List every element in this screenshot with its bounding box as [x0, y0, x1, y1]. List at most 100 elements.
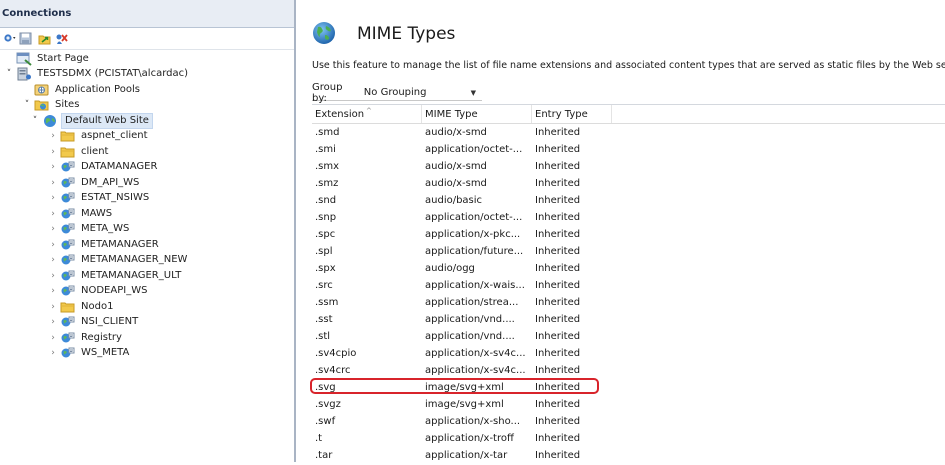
- tree-node[interactable]: › METAMANAGER_ULT: [48, 268, 183, 283]
- column-header-label: Entry Type: [535, 109, 588, 120]
- collapsed-chevron-icon[interactable]: ›: [48, 317, 58, 327]
- extension-cell: .spx: [315, 263, 336, 274]
- table-row[interactable]: .smi application/octet-... Inherited: [312, 141, 945, 158]
- tree-node-label: METAMANAGER_ULT: [81, 269, 182, 281]
- mime-type-cell: application/vnd....: [425, 314, 515, 325]
- mime-type-cell: application/x-sho...: [425, 416, 521, 427]
- tree-node-label: Application Pools: [55, 83, 140, 95]
- collapsed-chevron-icon[interactable]: ›: [48, 209, 58, 219]
- tree-node[interactable]: › WS_META: [48, 346, 131, 361]
- expanded-chevron-icon[interactable]: ˅: [22, 100, 32, 110]
- table-row[interactable]: .stl application/vnd.... Inherited: [312, 328, 945, 345]
- web-app-icon: [60, 222, 76, 236]
- extension-cell: .smd: [315, 127, 340, 138]
- collapsed-chevron-icon[interactable]: ›: [48, 162, 58, 172]
- collapsed-chevron-icon[interactable]: ›: [48, 131, 58, 141]
- tree-node[interactable]: › NODEAPI_WS: [48, 284, 149, 299]
- table-row[interactable]: .src application/x-wais... Inherited: [312, 277, 945, 294]
- tree-node[interactable]: › DATAMANAGER: [48, 160, 159, 175]
- tree-node[interactable]: › METAMANAGER: [48, 237, 161, 252]
- entry-type-cell: Inherited: [535, 450, 581, 461]
- table-row[interactable]: .svgz image/svg+xml Inherited: [312, 396, 945, 413]
- collapsed-chevron-icon[interactable]: ›: [48, 255, 58, 265]
- web-app-icon: [60, 269, 76, 283]
- table-row[interactable]: .snp application/octet-... Inherited: [312, 209, 945, 226]
- entry-type-cell: Inherited: [535, 314, 581, 325]
- mime-type-cell: application/x-sv4c...: [425, 365, 526, 376]
- table-row[interactable]: .smx audio/x-smd Inherited: [312, 158, 945, 175]
- column-header-entry-type[interactable]: Entry Type: [532, 105, 612, 123]
- collapsed-chevron-icon[interactable]: ›: [48, 193, 58, 203]
- tree-node-label: META_WS: [81, 223, 130, 234]
- collapsed-chevron-icon[interactable]: ›: [48, 286, 58, 296]
- collapsed-chevron-icon[interactable]: ›: [48, 271, 58, 281]
- table-row[interactable]: .spx audio/ogg Inherited: [312, 260, 945, 277]
- website-globe-icon: [42, 114, 58, 128]
- mime-type-cell: image/svg+xml: [425, 382, 504, 393]
- column-header-mime-type[interactable]: MIME Type: [422, 105, 532, 123]
- tree-node-selected[interactable]: ˅ Default Web Site: [30, 112, 153, 129]
- table-row[interactable]: .t application/x-troff Inherited: [312, 430, 945, 447]
- mime-type-cell: audio/basic: [425, 195, 483, 206]
- connect-icon[interactable]: [3, 32, 16, 45]
- tree-node[interactable]: › ESTAT_NSIWS: [48, 191, 151, 206]
- connections-header: Connections: [0, 0, 294, 28]
- extension-cell: .smx: [315, 161, 340, 172]
- table-row[interactable]: .spl application/future... Inherited: [312, 243, 945, 260]
- collapsed-chevron-icon[interactable]: ›: [48, 302, 58, 312]
- table-row[interactable]: .smz audio/x-smd Inherited: [312, 175, 945, 192]
- tree-node[interactable]: › Registry: [48, 330, 124, 345]
- entry-type-cell: Inherited: [535, 127, 581, 138]
- table-row[interactable]: .smd audio/x-smd Inherited: [312, 124, 945, 141]
- tree-node-label: DM_API_WS: [81, 176, 140, 188]
- extension-cell: .sv4crc: [315, 365, 351, 376]
- tree-node[interactable]: › aspnet_client: [48, 129, 150, 144]
- dropdown-arrow-icon: ▼: [470, 88, 476, 97]
- collapsed-chevron-icon[interactable]: ›: [48, 224, 58, 234]
- tree-node[interactable]: › Nodo1: [48, 299, 115, 314]
- web-app-icon: [60, 160, 76, 174]
- table-row[interactable]: .sv4crc application/x-sv4c... Inherited: [312, 362, 945, 379]
- column-header-extension[interactable]: ^ Extension: [312, 105, 422, 123]
- table-row[interactable]: .sv4cpio application/x-sv4c... Inherited: [312, 345, 945, 362]
- tree-node-label: NODEAPI_WS: [81, 285, 148, 296]
- table-row[interactable]: .ssm application/strea... Inherited: [312, 294, 945, 311]
- table-row[interactable]: .spc application/x-pkc... Inherited: [312, 226, 945, 243]
- collapsed-chevron-icon[interactable]: ›: [48, 147, 58, 157]
- group-by-dropdown[interactable]: No Grouping ▼: [364, 87, 482, 98]
- tree-node[interactable]: › MAWS: [48, 206, 114, 221]
- save-icon[interactable]: [19, 32, 32, 45]
- table-row[interactable]: .snd audio/basic Inherited: [312, 192, 945, 209]
- tree-node[interactable]: ˅ TESTSDMX (PCISTAT\alcardac): [4, 67, 190, 82]
- tree-node[interactable]: Start Page: [4, 51, 91, 66]
- tree-node[interactable]: › client: [48, 144, 110, 159]
- entry-type-cell: Inherited: [535, 246, 581, 257]
- entry-type-cell: Inherited: [535, 229, 581, 240]
- tree-node[interactable]: › NSI_CLIENT: [48, 315, 140, 330]
- collapsed-chevron-icon[interactable]: ›: [48, 348, 58, 358]
- tree-node[interactable]: › DM_API_WS: [48, 175, 141, 190]
- disconnect-icon[interactable]: [55, 32, 68, 45]
- extension-cell: .smz: [315, 178, 339, 189]
- extension-cell: .src: [315, 280, 333, 291]
- table-row[interactable]: .sst application/vnd.... Inherited: [312, 311, 945, 328]
- mime-type-cell: application/future...: [425, 246, 524, 257]
- collapsed-chevron-icon[interactable]: ›: [48, 240, 58, 250]
- entry-type-cell: Inherited: [535, 297, 581, 308]
- tree-node[interactable]: › META_WS: [48, 222, 131, 237]
- table-row[interactable]: .swf application/x-sho... Inherited: [312, 413, 945, 430]
- tree-node[interactable]: › METAMANAGER_NEW: [48, 253, 189, 268]
- collapsed-chevron-icon[interactable]: ›: [48, 333, 58, 343]
- web-app-icon: [60, 191, 76, 205]
- tree-node-label: Sites: [55, 99, 80, 110]
- web-app-icon: [60, 238, 76, 252]
- tree-node-label: ESTAT_NSIWS: [81, 192, 150, 203]
- table-row[interactable]: .svg image/svg+xml Inherited: [312, 379, 945, 396]
- tree-node[interactable]: ˅ Sites: [22, 98, 81, 113]
- collapsed-chevron-icon[interactable]: ›: [48, 178, 58, 188]
- up-folder-icon[interactable]: [38, 32, 51, 45]
- table-row[interactable]: .tar application/x-tar Inherited: [312, 447, 945, 464]
- tree-node[interactable]: Application Pools: [22, 82, 142, 97]
- expanded-chevron-icon[interactable]: ˅: [4, 69, 14, 79]
- expanded-chevron-icon[interactable]: ˅: [30, 116, 40, 126]
